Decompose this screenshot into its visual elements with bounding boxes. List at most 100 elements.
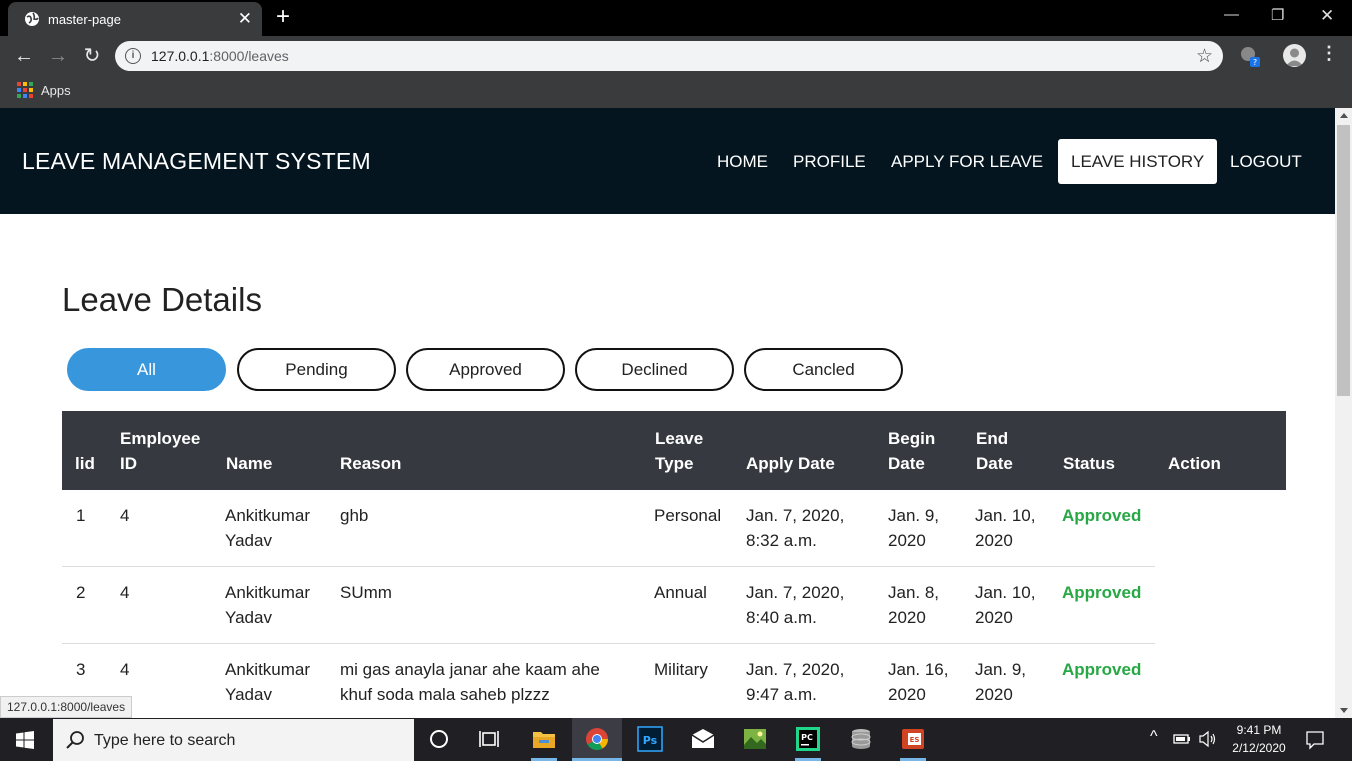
- image-editor-icon[interactable]: [742, 726, 768, 752]
- cell-reason-line1: mi gas anayla janar ahe kaam ahe: [340, 660, 600, 679]
- back-icon[interactable]: ←: [12, 44, 36, 68]
- cell-name-first: Ankitkumar: [225, 660, 311, 679]
- table-row: 3 4 Ankitkumar Yadav mi gas anayla janar…: [62, 644, 1155, 718]
- cortana-icon[interactable]: [426, 726, 452, 752]
- apps-grid-icon[interactable]: [17, 82, 33, 98]
- apps-bookmark[interactable]: Apps: [41, 83, 71, 98]
- filter-all-button[interactable]: All: [67, 348, 226, 391]
- search-placeholder: Type here to search: [94, 732, 236, 749]
- nav-apply-for-leave[interactable]: APPLY FOR LEAVE: [891, 152, 1043, 172]
- file-explorer-icon[interactable]: [531, 726, 557, 752]
- bookmark-star-icon[interactable]: ☆: [1196, 45, 1213, 68]
- presentation-app-icon[interactable]: ES: [900, 726, 926, 752]
- site-navbar: LEAVE MANAGEMENT SYSTEM HOME PROFILE APP…: [0, 108, 1335, 214]
- cell-name-first: Ankitkumar: [225, 583, 311, 602]
- taskbar-search-input[interactable]: Type here to search: [53, 719, 414, 761]
- header-action: Action: [1168, 454, 1221, 473]
- address-bar[interactable]: i 127.0.0.1:8000/leaves ☆: [115, 41, 1223, 71]
- minimize-icon[interactable]: —: [1224, 6, 1239, 23]
- header-leave-type-line1: Leave: [655, 429, 704, 448]
- cell-name-last: Yadav: [225, 608, 272, 627]
- header-end-date-line1: End: [976, 429, 1009, 448]
- filter-pending-button[interactable]: Pending: [237, 348, 396, 391]
- clock-time[interactable]: 9:41 PM: [1226, 723, 1292, 737]
- pycharm-icon[interactable]: PC: [795, 726, 821, 752]
- header-employee-id-line1: Employee: [120, 429, 201, 448]
- forward-icon[interactable]: →: [46, 44, 70, 68]
- tab-title: master-page: [48, 12, 121, 27]
- cell-reason-line2: khuf soda mala saheb plzzz: [340, 685, 550, 704]
- scroll-up-icon[interactable]: [1340, 113, 1348, 118]
- header-begin-date-line1: Begin: [888, 429, 936, 448]
- url-path: :8000/leaves: [209, 48, 289, 64]
- status-badge: Approved: [1062, 583, 1142, 602]
- browser-titlebar: master-page ✕ + — ❐ ✕: [0, 0, 1352, 36]
- search-icon: [66, 731, 84, 749]
- cell-leave-type: Annual: [654, 583, 707, 602]
- mail-icon[interactable]: [690, 726, 716, 752]
- cell-apply-date: Jan. 7, 2020,: [746, 660, 845, 679]
- cell-end-date: Jan. 9,: [975, 660, 1027, 679]
- cell-leave-type: Personal: [654, 506, 722, 525]
- site-brand[interactable]: LEAVE MANAGEMENT SYSTEM: [22, 148, 371, 175]
- nav-leave-history[interactable]: LEAVE HISTORY: [1058, 139, 1218, 184]
- window-close-icon[interactable]: ✕: [1320, 6, 1334, 26]
- cell-apply-time: 8:40 a.m.: [746, 608, 817, 627]
- cell-apply-time: 9:47 a.m.: [746, 685, 817, 704]
- status-badge: Approved: [1062, 660, 1142, 679]
- close-tab-icon[interactable]: ✕: [238, 9, 252, 29]
- cell-reason: SUmm: [340, 583, 392, 602]
- volume-icon[interactable]: [1198, 730, 1218, 748]
- page-scrollbar[interactable]: [1335, 108, 1352, 718]
- windows-taskbar: Type here to search Ps PC ES ^ 9:41 PM 2…: [0, 718, 1352, 761]
- tray-chevron-up-icon[interactable]: ^: [1150, 728, 1158, 746]
- cell-begin-date: Jan. 9,: [888, 506, 940, 525]
- reload-icon[interactable]: ↻: [80, 44, 104, 68]
- cell-begin-year: 2020: [888, 685, 926, 704]
- new-tab-icon[interactable]: +: [276, 5, 290, 29]
- cell-apply-date: Jan. 7, 2020,: [746, 583, 845, 602]
- header-end-date-line2: Date: [976, 454, 1013, 473]
- profile-avatar-icon[interactable]: [1283, 44, 1306, 67]
- cell-name-last: Yadav: [225, 531, 272, 550]
- header-leave-type-line2: Type: [655, 454, 694, 473]
- filter-cancled-button[interactable]: Cancled: [744, 348, 903, 391]
- nav-home[interactable]: HOME: [717, 152, 768, 172]
- cell-apply-time: 8:32 a.m.: [746, 531, 817, 550]
- table-header: lid Employee ID Name Reason Leave Type A…: [62, 411, 1286, 490]
- link-status-tooltip: 127.0.0.1:8000/leaves: [0, 696, 133, 718]
- page-viewport: LEAVE MANAGEMENT SYSTEM HOME PROFILE APP…: [0, 108, 1352, 718]
- cell-name-first: Ankitkumar: [225, 506, 311, 525]
- table-row: 1 4 Ankitkumar Yadav ghb Personal Jan. 7…: [62, 490, 1155, 567]
- windows-start-icon[interactable]: [16, 731, 34, 749]
- header-employee-id-line2: ID: [120, 454, 137, 473]
- photoshop-icon[interactable]: Ps: [637, 726, 663, 752]
- nav-profile[interactable]: PROFILE: [793, 152, 866, 172]
- cell-end-year: 2020: [975, 531, 1013, 550]
- filter-declined-button[interactable]: Declined: [575, 348, 734, 391]
- browser-tab[interactable]: master-page ✕: [8, 2, 262, 36]
- database-icon[interactable]: [848, 726, 874, 752]
- filter-approved-button[interactable]: Approved: [406, 348, 565, 391]
- scroll-down-icon[interactable]: [1340, 708, 1348, 713]
- header-reason: Reason: [340, 454, 402, 473]
- cell-employee-id: 4: [120, 660, 130, 679]
- task-view-icon[interactable]: [477, 726, 503, 752]
- restore-icon[interactable]: ❐: [1271, 6, 1284, 24]
- cell-begin-date: Jan. 16,: [888, 660, 949, 679]
- extension-icon[interactable]: ?: [1238, 44, 1262, 68]
- clock-date[interactable]: 2/12/2020: [1224, 741, 1294, 755]
- notification-center-icon[interactable]: [1304, 729, 1326, 751]
- scroll-thumb[interactable]: [1337, 125, 1350, 396]
- cell-lid: 3: [76, 660, 86, 679]
- cell-leave-type: Military: [654, 660, 708, 679]
- chrome-icon[interactable]: [584, 726, 610, 752]
- cell-employee-id: 4: [120, 583, 130, 602]
- browser-menu-icon[interactable]: ⋮: [1320, 43, 1338, 64]
- nav-logout[interactable]: LOGOUT: [1230, 152, 1302, 172]
- cell-employee-id: 4: [120, 506, 130, 525]
- cell-apply-date: Jan. 7, 2020,: [746, 506, 845, 525]
- site-info-icon[interactable]: i: [125, 48, 141, 64]
- header-lid: lid: [75, 454, 95, 473]
- battery-icon[interactable]: [1172, 730, 1192, 748]
